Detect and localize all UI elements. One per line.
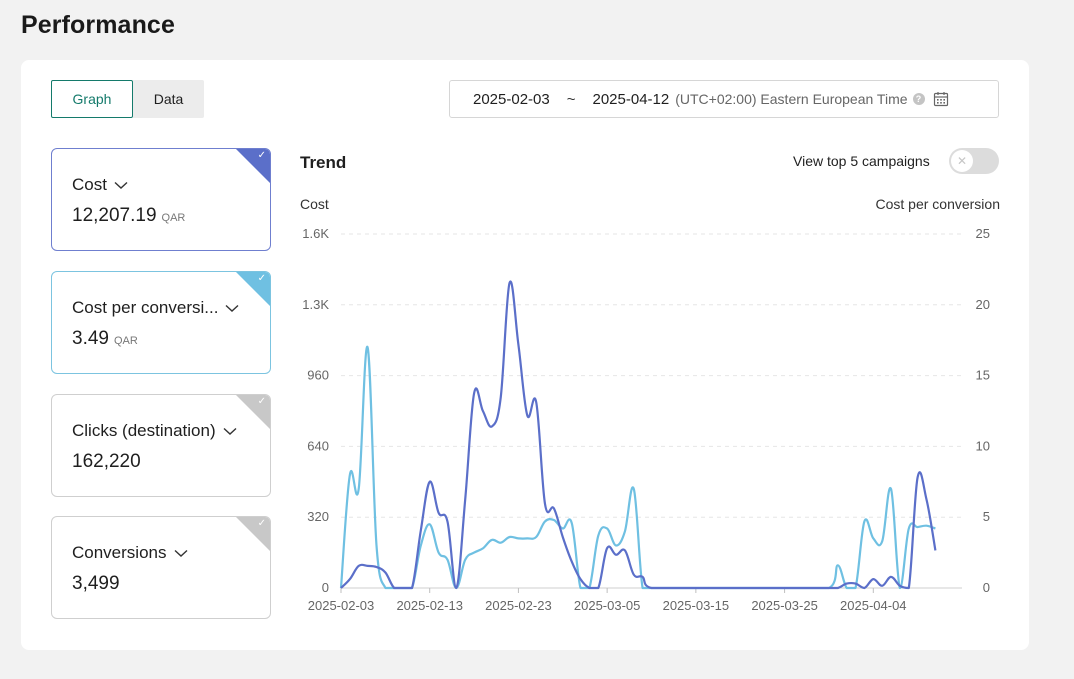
x-tick-label: 2025-03-05: [574, 598, 641, 613]
y-right-tick: 15: [976, 368, 990, 383]
y-left-tick: 320: [307, 509, 329, 524]
metric-value: 162,220: [72, 451, 141, 472]
metric-value: 3.49: [72, 328, 109, 349]
trend-title: Trend: [300, 153, 347, 172]
y-right-tick: 5: [983, 509, 990, 524]
tab-data[interactable]: Data: [133, 80, 204, 118]
metric-name: Conversions: [72, 543, 167, 562]
chevron-down-icon[interactable]: [223, 427, 237, 436]
y-right-tick: 20: [976, 297, 990, 312]
y-right-tick: 0: [983, 580, 990, 595]
y-right-tick: 10: [976, 438, 990, 453]
performance-card: Graph Data 2025-02-03 ~ 2025-04-12 (UTC+…: [21, 60, 1029, 650]
tab-graph[interactable]: Graph: [51, 80, 133, 118]
question-circle-icon[interactable]: ?: [912, 93, 925, 105]
metric-card-cost[interactable]: ✓ Cost 12,207.19 QAR: [51, 148, 271, 251]
metric-unit: QAR: [161, 212, 186, 224]
check-icon: ✓: [257, 396, 266, 407]
metric-name: Cost per conversi...: [72, 298, 219, 317]
date-end[interactable]: 2025-04-12: [593, 91, 670, 108]
close-icon: ✕: [951, 150, 973, 172]
chevron-down-icon[interactable]: [225, 304, 239, 313]
timezone-label: (UTC+02:00) Eastern European Time: [675, 91, 908, 107]
date-start[interactable]: 2025-02-03: [473, 91, 550, 108]
y-left-tick: 640: [307, 438, 329, 453]
top5-toggle[interactable]: ✕: [949, 148, 999, 174]
y-right-tick: 25: [976, 226, 990, 241]
left-axis-label: Cost: [300, 196, 329, 212]
check-icon: ✓: [257, 518, 266, 529]
metric-unit: QAR: [113, 335, 138, 347]
metric-value: 3,499: [72, 573, 120, 594]
y-left-tick: 0: [322, 580, 329, 595]
x-tick-label: 2025-04-04: [840, 598, 907, 613]
cost-per-conversion-series-line: [339, 346, 936, 590]
y-left-tick: 960: [307, 368, 329, 383]
x-tick-label: 2025-02-13: [396, 598, 463, 613]
y-left-tick: 1.3K: [302, 297, 329, 312]
x-tick-label: 2025-03-25: [751, 598, 818, 613]
metric-name: Clicks (destination): [72, 421, 216, 440]
chevron-down-icon[interactable]: [174, 549, 188, 558]
trend-chart: 0 0 320 5 640 10 960 15 1.3K 20 1.6K 25 2025-02-03 20…: [302, 226, 990, 613]
chevron-down-icon[interactable]: [114, 181, 128, 190]
right-axis-label: Cost per conversion: [875, 196, 1000, 212]
metric-card-conversions[interactable]: ✓ Conversions 3,499: [51, 516, 271, 619]
check-icon: ✓: [257, 150, 266, 161]
metric-value: 12,207.19: [72, 205, 157, 226]
metric-card-clicks[interactable]: ✓ Clicks (destination) 162,220: [51, 394, 271, 497]
x-tick-label: 2025-02-23: [485, 598, 552, 613]
x-tick-label: 2025-02-03: [308, 598, 375, 613]
x-tick-label: 2025-03-15: [663, 598, 730, 613]
date-range-picker[interactable]: 2025-02-03 ~ 2025-04-12 (UTC+02:00) East…: [449, 80, 999, 118]
date-separator: ~: [566, 90, 576, 108]
top5-label: View top 5 campaigns: [793, 153, 930, 169]
y-left-tick: 1.6K: [302, 226, 329, 241]
check-icon: ✓: [257, 273, 266, 284]
metric-card-cost-per-conversion[interactable]: ✓ Cost per conversi... 3.49 QAR: [51, 271, 271, 374]
metric-name: Cost: [72, 175, 107, 194]
view-toggle: Graph Data: [51, 80, 204, 118]
page-title: Performance: [21, 11, 175, 39]
calendar-icon[interactable]: [933, 91, 949, 107]
